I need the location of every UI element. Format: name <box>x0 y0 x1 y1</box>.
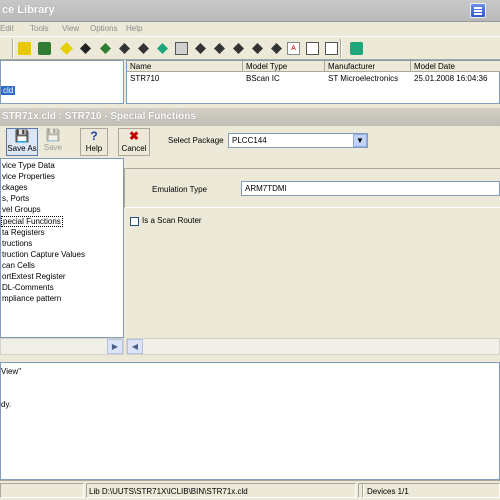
status-cell-empty <box>0 483 84 498</box>
column-header-model-type[interactable]: Model Type <box>243 61 325 72</box>
preview-icon[interactable] <box>304 40 321 57</box>
tree-item-device-type-data[interactable]: vice Type Data <box>1 161 56 170</box>
tree-item-compliance-pattern[interactable]: mpliance pattern <box>1 294 62 303</box>
tree-item-bscan-cells[interactable]: can Cells <box>1 261 36 270</box>
column-header-manufacturer[interactable]: Manufacturer <box>325 61 411 72</box>
column-header-name[interactable]: Name <box>127 61 243 72</box>
cancel-label: Cancel <box>121 144 147 153</box>
cancel-icon: ✖ <box>128 129 140 143</box>
table-cell-model-date[interactable]: 25.01.2008 16:04:36 <box>411 73 490 84</box>
scroll-left-icon[interactable]: ◀ <box>127 339 143 354</box>
library-tree-selected-item[interactable]: cld <box>1 86 16 95</box>
toolbar-separator <box>12 39 14 58</box>
table-cell-name[interactable]: STR710 <box>127 73 162 84</box>
emulation-type-field[interactable]: ARM7TDMI <box>241 181 500 196</box>
tree-item-instructions[interactable]: tructions <box>1 239 33 248</box>
save-as-button[interactable]: 💾 Save As <box>6 128 38 156</box>
menu-help[interactable]: Help <box>126 24 142 33</box>
import-icon[interactable] <box>348 40 365 57</box>
save-as-label: Save As <box>7 144 37 153</box>
menu-edit[interactable]: Edit <box>0 24 14 33</box>
status-device-count: Devices 1/1 <box>362 483 500 498</box>
scroll-right-icon[interactable]: ▶ <box>107 339 123 354</box>
tree-item-instruction-capture-values[interactable]: truction Capture Values <box>1 250 86 259</box>
edit-device-icon[interactable] <box>116 40 133 57</box>
select-package-dropdown[interactable]: PLCC144 <box>228 133 368 148</box>
table-cell-model-type[interactable]: BScan IC <box>243 73 283 84</box>
library-tree[interactable]: cld <box>0 60 124 104</box>
tree-item-special-functions[interactable]: pecial Functions <box>1 216 63 227</box>
save-as-icon: 💾 <box>14 129 30 143</box>
save-button[interactable]: 💾 Save <box>41 128 65 156</box>
edit-device-icon[interactable] <box>268 40 285 57</box>
status-library-path: Lib D:\UUTS\STR71X\ICLIB\BIN\STR71x.cld <box>86 483 356 498</box>
preview-icon[interactable] <box>323 40 340 57</box>
tree-horizontal-scrollbar[interactable] <box>0 338 124 355</box>
column-header-model-date[interactable]: Model Date <box>411 61 500 72</box>
cancel-button[interactable]: ✖ Cancel <box>118 128 150 156</box>
save-icon: 💾 <box>45 128 61 142</box>
panel-horizontal-scrollbar[interactable] <box>126 338 500 355</box>
device-table: Name Model Type Manufacturer Model Date … <box>126 60 500 104</box>
edit-device-icon[interactable] <box>192 40 209 57</box>
help-icon: ? <box>90 129 98 143</box>
edit-device-icon[interactable] <box>77 40 94 57</box>
log-line: View" <box>1 367 22 376</box>
log-line: dy. <box>1 400 12 409</box>
log-output: View" dy. <box>0 362 500 480</box>
window-title: ce Library <box>2 4 55 16</box>
scan-router-label[interactable]: Is a Scan Router <box>142 216 202 225</box>
tree-item-level-groups[interactable]: vel Groups <box>1 205 42 214</box>
menu-bar: Edit Tools View Options Help <box>0 22 500 36</box>
tree-item-device-properties[interactable]: vice Properties <box>1 172 56 181</box>
edit-device-icon[interactable] <box>249 40 266 57</box>
select-package-label: Select Package <box>168 136 224 145</box>
child-window-title: STR71x.cld : STR710 - Special Functions <box>2 111 196 122</box>
edit-device-icon[interactable] <box>230 40 247 57</box>
edit-device-icon[interactable] <box>135 40 152 57</box>
tree-item-portextest-register[interactable]: ortExtest Register <box>1 272 67 281</box>
help-label: Help <box>85 144 103 153</box>
main-toolbar: A <box>0 36 500 60</box>
emulation-type-label: Emulation Type <box>152 185 207 194</box>
tree-item-packages[interactable]: ckages <box>1 183 28 192</box>
library-icon[interactable] <box>36 40 53 57</box>
menu-view[interactable]: View <box>62 24 79 33</box>
menu-options[interactable]: Options <box>90 24 118 33</box>
app-menu-icon[interactable] <box>470 3 486 18</box>
toolbar-separator <box>340 39 342 58</box>
help-button[interactable]: ? Help <box>80 128 108 156</box>
tree-item-bsdl-comments[interactable]: DL-Comments <box>1 283 55 292</box>
save-label: Save <box>43 143 63 152</box>
tree-item-data-registers[interactable]: ta Registers <box>1 228 46 237</box>
pdf-icon[interactable]: A <box>285 40 302 57</box>
edit-device-icon[interactable] <box>58 40 75 57</box>
scan-router-checkbox[interactable] <box>130 217 139 226</box>
print-icon[interactable] <box>173 40 190 57</box>
edit-device-icon[interactable] <box>211 40 228 57</box>
child-window-caption: STR71x.cld : STR710 - Special Functions <box>0 108 500 126</box>
status-bar: Lib D:\UUTS\STR71X\ICLIB\BIN\STR71x.cld … <box>0 480 500 500</box>
db-connect-icon[interactable] <box>16 40 33 57</box>
chevron-down-icon[interactable]: ▼ <box>353 134 367 147</box>
chip-icon[interactable] <box>154 40 171 57</box>
edit-device-icon[interactable] <box>97 40 114 57</box>
table-cell-manufacturer[interactable]: ST Microelectronics <box>325 73 401 84</box>
tree-item-pins-ports[interactable]: s, Ports <box>1 194 30 203</box>
device-tree[interactable]: vice Type Data vice Properties ckages s,… <box>0 158 124 338</box>
title-bar: ce Library <box>0 0 500 22</box>
menu-tools[interactable]: Tools <box>30 24 49 33</box>
